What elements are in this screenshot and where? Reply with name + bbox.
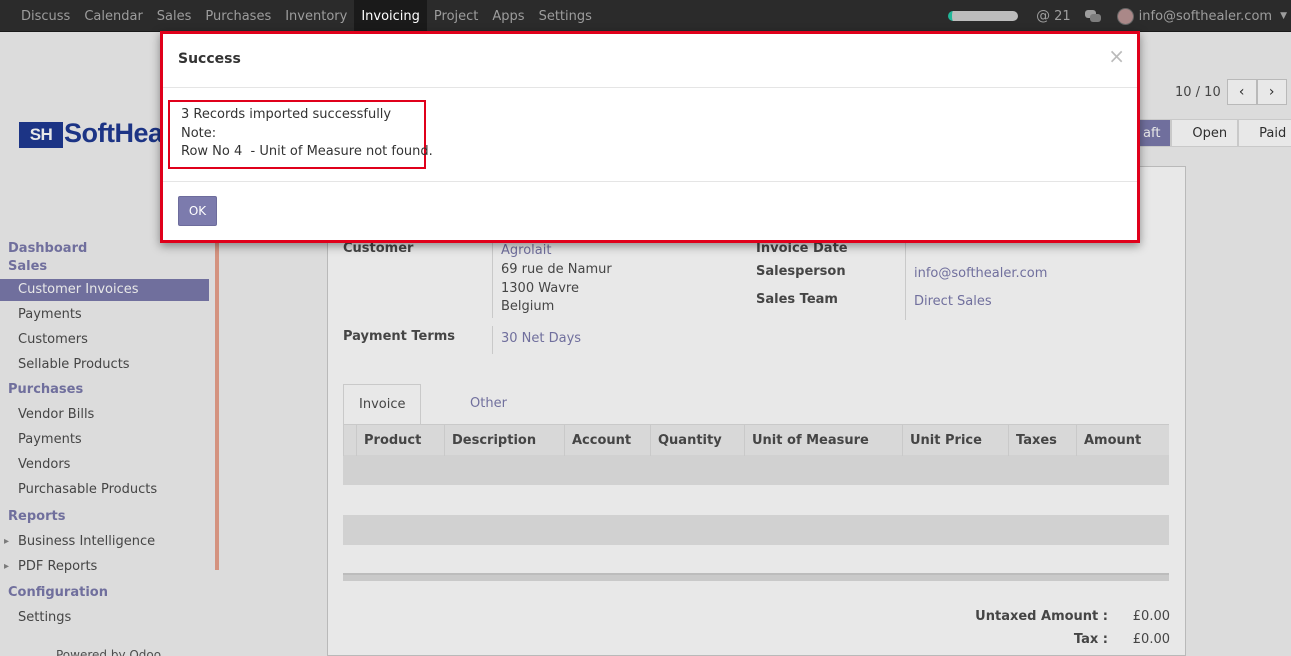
avatar[interactable] xyxy=(1116,7,1134,25)
close-icon[interactable]: × xyxy=(1108,46,1125,66)
invoice-lines-table: Product Description Account Quantity Uni… xyxy=(343,424,1169,581)
table-header: Product Description Account Quantity Uni… xyxy=(343,424,1169,456)
powered-by: Powered by Odoo xyxy=(56,648,162,656)
menu-sales[interactable]: Sales xyxy=(150,0,199,32)
payment-terms-label: Payment Terms xyxy=(343,329,456,344)
column-amount[interactable]: Amount xyxy=(1076,425,1169,456)
menu-calendar[interactable]: Calendar xyxy=(77,0,149,32)
company-logo: SH SoftHea xyxy=(19,118,163,149)
untaxed-amount-label: Untaxed Amount : xyxy=(975,609,1108,624)
app-menu: Discuss Calendar Sales Purchases Invento… xyxy=(14,0,599,32)
sidebar-item-settings[interactable]: Settings xyxy=(0,605,215,630)
status-paid[interactable]: Paid xyxy=(1238,119,1291,147)
success-dialog: Success × 3 Records imported successfull… xyxy=(160,31,1140,243)
untaxed-amount-value: £0.00 xyxy=(1132,609,1170,624)
sidebar-item-vendor-payments[interactable]: Payments xyxy=(0,427,215,452)
sidebar: Dashboard Sales Customer Invoices Paymen… xyxy=(0,240,219,656)
sidebar-item-pdf-reports[interactable]: PDF Reports xyxy=(0,554,215,579)
mention-icon[interactable]: @ xyxy=(1036,8,1050,24)
pager-next-button[interactable]: › xyxy=(1256,79,1287,105)
table-row xyxy=(343,455,1169,485)
column-taxes[interactable]: Taxes xyxy=(1008,425,1076,456)
sidebar-section-configuration: Configuration xyxy=(8,585,108,600)
menu-purchases[interactable]: Purchases xyxy=(198,0,278,32)
user-menu[interactable]: info@softhealer.com xyxy=(1139,9,1272,24)
table-footer xyxy=(343,573,1169,581)
import-result-message: 3 Records imported successfully Note: Ro… xyxy=(168,100,433,169)
tab-other-info[interactable]: Other Info xyxy=(455,384,522,451)
status-bar: aft Open Paid xyxy=(1130,119,1291,147)
table-row xyxy=(343,515,1169,545)
tab-invoice-lines[interactable]: Invoice Lines xyxy=(343,384,422,452)
sidebar-edge xyxy=(215,240,219,570)
field-divider xyxy=(492,240,493,318)
menu-invoicing[interactable]: Invoicing xyxy=(354,0,427,32)
sidebar-section-reports: Reports xyxy=(8,509,66,524)
customer-field[interactable]: Agrolait xyxy=(501,243,551,258)
column-account[interactable]: Account xyxy=(564,425,650,456)
menu-apps[interactable]: Apps xyxy=(485,0,531,32)
status-open[interactable]: Open xyxy=(1171,119,1239,147)
chat-icon[interactable] xyxy=(1084,10,1101,22)
column-product[interactable]: Product xyxy=(356,425,444,456)
sales-team-label: Sales Team xyxy=(756,292,838,307)
dialog-title: Success xyxy=(178,51,241,67)
sidebar-item-purchasable-products[interactable]: Purchasable Products xyxy=(0,477,215,502)
sidebar-section-sales: Sales xyxy=(8,259,48,274)
record-pager: 10 / 10 ‹ › xyxy=(1175,79,1287,105)
pager-count[interactable]: 10 / 10 xyxy=(1175,85,1221,100)
customer-label: Customer xyxy=(343,241,414,256)
menu-settings[interactable]: Settings xyxy=(532,0,599,32)
address-line-2: 1300 Wavre xyxy=(501,281,579,296)
activity-progress-bar xyxy=(948,11,1019,21)
sidebar-section-purchases: Purchases xyxy=(8,382,84,397)
sidebar-item-payments[interactable]: Payments xyxy=(0,302,215,327)
systray: @ 21 info@softhealer.com ▼ xyxy=(948,0,1291,32)
tax-value: £0.00 xyxy=(1132,632,1170,647)
sidebar-item-vendor-bills[interactable]: Vendor Bills xyxy=(0,402,215,427)
menu-project[interactable]: Project xyxy=(427,0,485,32)
table-row xyxy=(343,485,1169,515)
column-unit-price[interactable]: Unit Price xyxy=(902,425,1008,456)
column-unit-of-measure[interactable]: Unit of Measure xyxy=(744,425,902,456)
top-navbar: Discuss Calendar Sales Purchases Invento… xyxy=(0,0,1291,32)
sidebar-item-business-intelligence[interactable]: Business Intelligence xyxy=(0,529,215,554)
field-divider xyxy=(905,240,906,320)
tax-label: Tax : xyxy=(1073,632,1108,647)
dialog-header: Success × xyxy=(163,34,1137,88)
salesperson-label: Salesperson xyxy=(756,264,846,279)
sidebar-item-customer-invoices[interactable]: Customer Invoices xyxy=(0,279,209,301)
sidebar-item-customers[interactable]: Customers xyxy=(0,327,215,352)
ok-button[interactable]: OK xyxy=(178,196,217,226)
pager-prev-button[interactable]: ‹ xyxy=(1226,79,1257,105)
import-summary: 3 Records imported successfully xyxy=(181,107,392,122)
address-line-3: Belgium xyxy=(501,299,555,314)
logo-mark: SH xyxy=(19,121,63,148)
menu-discuss[interactable]: Discuss xyxy=(14,0,77,32)
menu-inventory[interactable]: Inventory xyxy=(278,0,354,32)
address-line-1: 69 rue de Namur xyxy=(501,262,612,277)
sales-team-field[interactable]: Direct Sales xyxy=(914,294,992,309)
handle-column xyxy=(343,425,356,456)
dialog-body: 3 Records imported successfully Note: Ro… xyxy=(163,88,1137,182)
import-error-line: Row No 4 - Unit of Measure not found. xyxy=(181,144,433,159)
payment-terms-field[interactable]: 30 Net Days xyxy=(501,331,581,346)
mention-count[interactable]: 21 xyxy=(1054,9,1071,24)
caret-down-icon[interactable]: ▼ xyxy=(1280,11,1287,21)
salesperson-field[interactable]: info@softhealer.com xyxy=(914,266,1047,281)
field-divider xyxy=(492,326,493,354)
logo-text: SoftHea xyxy=(64,118,163,148)
column-description[interactable]: Description xyxy=(444,425,564,456)
sidebar-item-vendors[interactable]: Vendors xyxy=(0,452,215,477)
column-quantity[interactable]: Quantity xyxy=(650,425,744,456)
sidebar-item-sellable-products[interactable]: Sellable Products xyxy=(0,352,215,377)
invoice-date-label: Invoice Date xyxy=(756,241,848,256)
import-note-label: Note: xyxy=(181,125,217,141)
